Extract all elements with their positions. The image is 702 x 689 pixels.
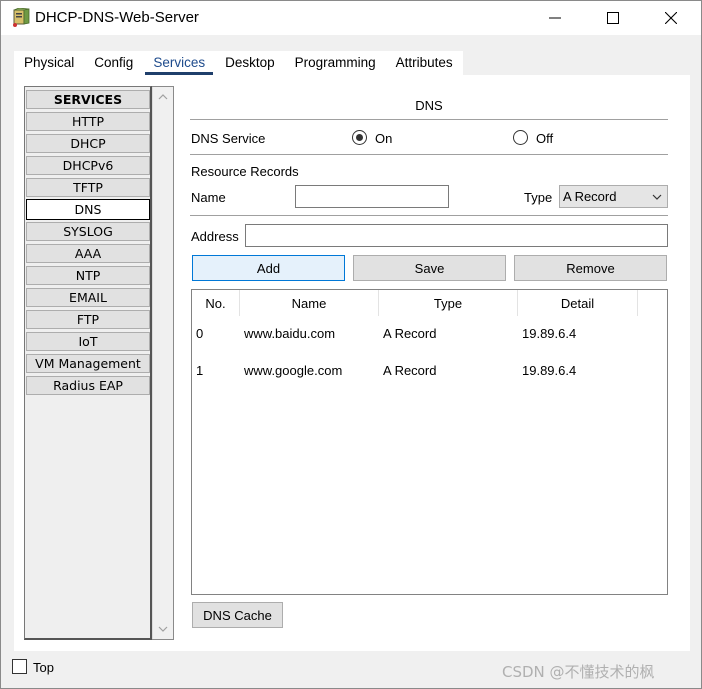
chevron-up-icon [158, 94, 167, 100]
maximize-button[interactable] [584, 1, 642, 35]
tab-bar: Physical Config Services Desktop Program… [14, 51, 463, 75]
tab-programming[interactable]: Programming [284, 51, 386, 75]
sidebar-item-dhcp[interactable]: DHCP [26, 134, 150, 153]
dns-cache-button[interactable]: DNS Cache [192, 602, 283, 628]
sidebar-item-vm-management[interactable]: VM Management [26, 354, 150, 373]
close-icon [665, 12, 677, 24]
sidebar-item-email[interactable]: EMAIL [26, 288, 150, 307]
sidebar-item-aaa[interactable]: AAA [26, 244, 150, 263]
dns-service-off-radio[interactable] [513, 130, 528, 145]
save-button[interactable]: Save [353, 255, 506, 281]
sidebar-item-ntp[interactable]: NTP [26, 266, 150, 285]
type-select[interactable]: A Record [559, 185, 668, 208]
address-input[interactable] [245, 224, 668, 247]
sidebar-item-iot[interactable]: IoT [26, 332, 150, 351]
dns-service-off-label: Off [536, 131, 554, 146]
minimize-icon [549, 17, 561, 19]
window-title: DHCP-DNS-Web-Server [35, 9, 199, 26]
minimize-button[interactable] [526, 1, 584, 35]
divider [190, 215, 668, 216]
add-button[interactable]: Add [192, 255, 345, 281]
dns-service-label: DNS Service [191, 131, 266, 146]
sidebar-item-dhcpv6[interactable]: DHCPv6 [26, 156, 150, 175]
sidebar-scrollbar[interactable] [152, 87, 173, 639]
divider [190, 119, 668, 120]
server-app-icon [10, 7, 30, 28]
dns-service-on-radio[interactable] [352, 130, 367, 145]
scroll-up-button[interactable] [152, 88, 173, 106]
page-title: DNS [415, 98, 443, 113]
table-cell-detail[interactable]: 19.89.6.4 [522, 326, 576, 341]
table-cell-no[interactable]: 0 [196, 326, 203, 341]
sidebar-item-radius-eap[interactable]: Radius EAP [26, 376, 150, 395]
tab-desktop[interactable]: Desktop [215, 51, 285, 75]
dns-service-on-label: On [375, 131, 393, 146]
table-cell-name[interactable]: www.google.com [244, 363, 342, 378]
type-label: Type [524, 190, 553, 205]
sidebar-item-syslog[interactable]: SYSLOG [26, 222, 150, 241]
watermark: CSDN @不懂技术的枫 [502, 663, 655, 681]
column-header-type[interactable]: Type [379, 290, 518, 316]
column-header-no[interactable]: No. [192, 290, 240, 316]
table-cell-name[interactable]: www.baidu.com [244, 326, 335, 341]
type-select-value: A Record [563, 189, 617, 204]
column-header-name[interactable]: Name [240, 290, 379, 316]
top-checkbox[interactable] [12, 659, 27, 674]
sidebar-item-tftp[interactable]: TFTP [26, 178, 150, 197]
sidebar-item-dns[interactable]: DNS [26, 199, 150, 220]
name-input[interactable] [295, 185, 449, 208]
table-cell-no[interactable]: 1 [196, 363, 203, 378]
column-header-detail[interactable]: Detail [518, 290, 638, 316]
chevron-down-icon [652, 194, 662, 200]
scroll-down-button[interactable] [152, 620, 173, 638]
resource-records-label: Resource Records [191, 164, 299, 179]
address-label: Address [191, 229, 239, 244]
top-label: Top [33, 660, 54, 675]
table-cell-type[interactable]: A Record [383, 363, 436, 378]
close-button[interactable] [642, 1, 700, 35]
name-label: Name [191, 190, 226, 205]
tab-services[interactable]: Services [143, 51, 216, 75]
maximize-icon [607, 12, 619, 24]
tab-attributes[interactable]: Attributes [385, 51, 463, 75]
sidebar-item-http[interactable]: HTTP [26, 112, 150, 131]
sidebar-header-services: SERVICES [26, 90, 150, 109]
divider [190, 154, 668, 155]
sidebar-item-ftp[interactable]: FTP [26, 310, 150, 329]
remove-button[interactable]: Remove [514, 255, 667, 281]
tab-config[interactable]: Config [84, 51, 144, 75]
table-cell-type[interactable]: A Record [383, 326, 436, 341]
chevron-down-icon [158, 626, 167, 632]
tab-physical[interactable]: Physical [14, 51, 85, 75]
table-cell-detail[interactable]: 19.89.6.4 [522, 363, 576, 378]
